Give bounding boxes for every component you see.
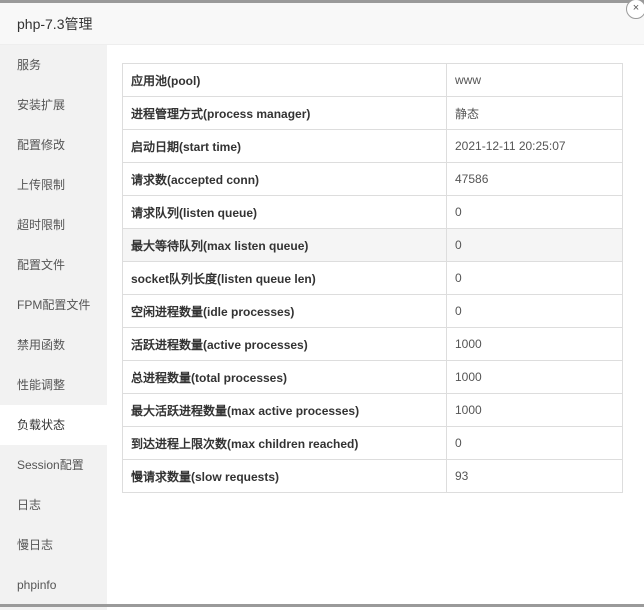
row-value: 1000: [446, 327, 623, 361]
sidebar-menu: 服务 安装扩展 配置修改 上传限制 超时限制 配置文件 FPM配置文件 禁用函数…: [0, 45, 107, 610]
row-value: 0: [446, 261, 623, 295]
row-key: 空闲进程数量(idle processes): [122, 294, 447, 328]
sidebar-item-config-edit[interactable]: 配置修改: [0, 125, 107, 165]
sidebar-item-load-status[interactable]: 负载状态: [0, 405, 107, 445]
row-value: 1000: [446, 360, 623, 394]
table-row: 应用池(pool) www: [122, 63, 623, 97]
sidebar-item-service[interactable]: 服务: [0, 45, 107, 85]
row-key: 总进程数量(total processes): [122, 360, 447, 394]
load-status-table: 应用池(pool) www 进程管理方式(process manager) 静态 启…: [122, 63, 623, 493]
sidebar-item-upload-limit[interactable]: 上传限制: [0, 165, 107, 205]
row-key: 最大等待队列(max listen queue): [122, 228, 447, 262]
sidebar-item-performance-tuning[interactable]: 性能调整: [0, 365, 107, 405]
table-row: 到达进程上限次数(max children reached) 0: [122, 426, 623, 460]
row-key: 到达进程上限次数(max children reached): [122, 426, 447, 460]
sidebar-item-phpinfo[interactable]: phpinfo: [0, 565, 107, 605]
table-row: 进程管理方式(process manager) 静态: [122, 96, 623, 130]
row-value: 0: [446, 294, 623, 328]
row-value: 2021-12-11 20:25:07: [446, 129, 623, 163]
table-row: 最大等待队列(max listen queue) 0: [122, 228, 623, 262]
table-row: 请求数(accepted conn) 47586: [122, 162, 623, 196]
row-value: 0: [446, 228, 623, 262]
row-key: 最大活跃进程数量(max active processes): [122, 393, 447, 427]
row-value: www: [446, 63, 623, 97]
row-key: 请求数(accepted conn): [122, 162, 447, 196]
row-value: 47586: [446, 162, 623, 196]
row-key: socket队列长度(listen queue len): [122, 261, 447, 295]
row-key: 慢请求数量(slow requests): [122, 459, 447, 493]
php-manager-dialog: php-7.3管理 × 服务 安装扩展 配置修改 上传限制 超时限制 配置文件 …: [0, 0, 644, 610]
sidebar-item-disabled-functions[interactable]: 禁用函数: [0, 325, 107, 365]
sidebar-item-slow-log[interactable]: 慢日志: [0, 525, 107, 565]
row-key: 请求队列(listen queue): [122, 195, 447, 229]
row-value: 1000: [446, 393, 623, 427]
sidebar-item-fpm-config-file[interactable]: FPM配置文件: [0, 285, 107, 325]
row-key: 启动日期(start time): [122, 129, 447, 163]
row-value: 0: [446, 195, 623, 229]
row-value: 0: [446, 426, 623, 460]
row-key: 进程管理方式(process manager): [122, 96, 447, 130]
sidebar-item-install-extension[interactable]: 安装扩展: [0, 85, 107, 125]
sidebar-item-config-file[interactable]: 配置文件: [0, 245, 107, 285]
dialog-title: php-7.3管理: [17, 16, 93, 32]
table-row: 总进程数量(total processes) 1000: [122, 360, 623, 394]
row-key: 应用池(pool): [122, 63, 447, 97]
sidebar-item-timeout-limit[interactable]: 超时限制: [0, 205, 107, 245]
table-row: 慢请求数量(slow requests) 93: [122, 459, 623, 493]
dialog-titlebar: php-7.3管理: [0, 3, 644, 45]
table-row: 活跃进程数量(active processes) 1000: [122, 327, 623, 361]
table-row: 空闲进程数量(idle processes) 0: [122, 294, 623, 328]
row-value: 静态: [446, 96, 623, 130]
table-row: 请求队列(listen queue) 0: [122, 195, 623, 229]
load-status-panel: 应用池(pool) www 进程管理方式(process manager) 静态 启…: [122, 63, 623, 493]
table-row: 最大活跃进程数量(max active processes) 1000: [122, 393, 623, 427]
row-value: 93: [446, 459, 623, 493]
table-row: 启动日期(start time) 2021-12-11 20:25:07: [122, 129, 623, 163]
row-key: 活跃进程数量(active processes): [122, 327, 447, 361]
sidebar-item-log[interactable]: 日志: [0, 485, 107, 525]
close-icon[interactable]: ×: [626, 0, 644, 19]
table-row: socket队列长度(listen queue len) 0: [122, 261, 623, 295]
sidebar-item-session-config[interactable]: Session配置: [0, 445, 107, 485]
